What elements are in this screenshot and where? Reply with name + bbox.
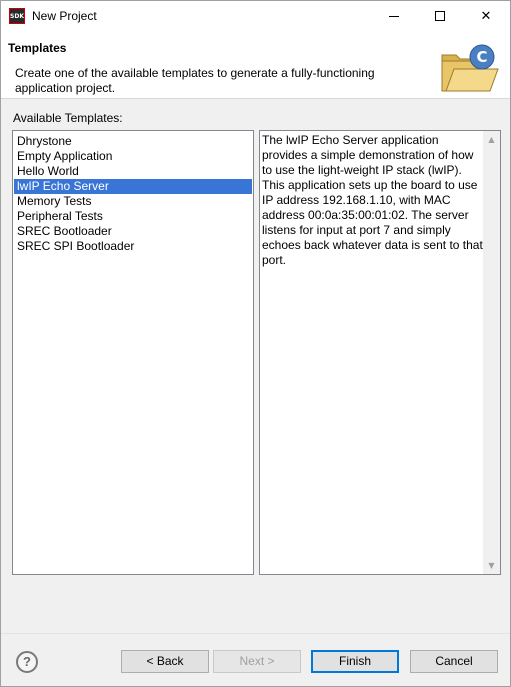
minimize-button[interactable] bbox=[371, 1, 417, 31]
page-title: Templates bbox=[8, 41, 67, 55]
new-project-folder-icon: C bbox=[441, 44, 499, 92]
help-button[interactable]: ? bbox=[16, 651, 38, 673]
folder-icon-letter: C bbox=[476, 48, 487, 66]
template-list-item[interactable]: Memory Tests bbox=[14, 194, 252, 209]
wizard-banner: Templates Create one of the available te… bbox=[1, 31, 510, 99]
templates-list[interactable]: Dhrystone Empty Application Hello World lwI… bbox=[12, 130, 254, 575]
sdk-app-icon: SDK bbox=[9, 8, 25, 24]
template-list-item[interactable]: lwIP Echo Server bbox=[14, 179, 252, 194]
template-list-item[interactable]: Peripheral Tests bbox=[14, 209, 252, 224]
footer-divider bbox=[1, 633, 510, 634]
back-button[interactable]: < Back bbox=[121, 650, 209, 673]
scroll-up-icon[interactable]: ▲ bbox=[483, 131, 500, 148]
minimize-icon bbox=[389, 15, 399, 17]
description-scrollbar[interactable]: ▲ ▼ bbox=[483, 131, 500, 574]
template-list-item[interactable]: SREC Bootloader bbox=[14, 224, 252, 239]
new-project-dialog: SDK New Project ✕ Templates Create one o… bbox=[0, 0, 511, 687]
available-templates-label: Available Templates: bbox=[13, 111, 123, 125]
scroll-down-icon[interactable]: ▼ bbox=[483, 557, 500, 574]
window-title: New Project bbox=[32, 9, 97, 23]
template-list-item[interactable]: SREC SPI Bootloader bbox=[14, 239, 252, 254]
maximize-button[interactable] bbox=[417, 1, 463, 31]
template-list-item[interactable]: Hello World bbox=[14, 164, 252, 179]
finish-button[interactable]: Finish bbox=[311, 650, 399, 673]
next-button[interactable]: Next > bbox=[213, 650, 301, 673]
template-description: The lwIP Echo Server application provide… bbox=[262, 133, 483, 267]
maximize-icon bbox=[435, 11, 445, 21]
template-list-item[interactable]: Empty Application bbox=[14, 149, 252, 164]
cancel-button[interactable]: Cancel bbox=[410, 650, 498, 673]
template-list-item[interactable]: Dhrystone bbox=[14, 134, 252, 149]
close-icon: ✕ bbox=[480, 8, 492, 24]
title-bar[interactable]: SDK New Project ✕ bbox=[1, 1, 510, 31]
page-description: Create one of the available templates to… bbox=[15, 66, 375, 95]
close-button[interactable]: ✕ bbox=[463, 1, 509, 31]
template-description-box[interactable]: The lwIP Echo Server application provide… bbox=[259, 130, 501, 575]
